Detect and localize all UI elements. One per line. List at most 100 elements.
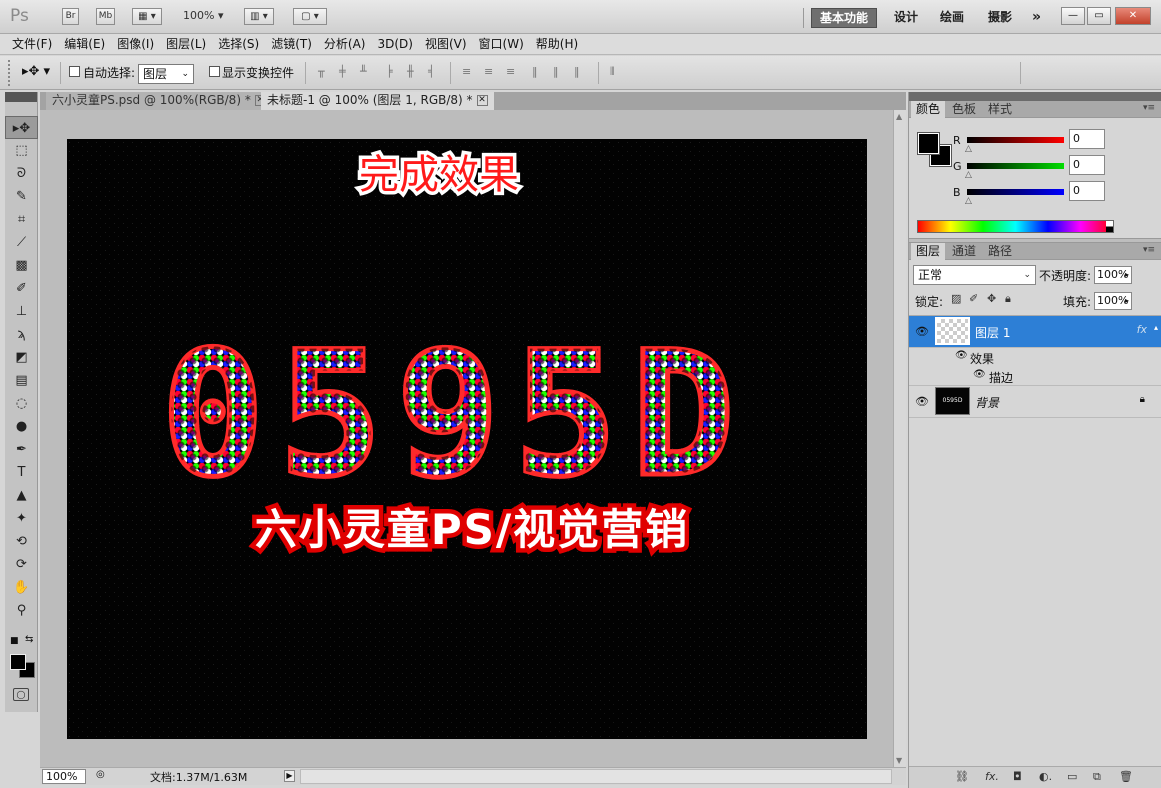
distribute-left-icon[interactable]: ‖ bbox=[532, 66, 546, 78]
crop-tool-icon[interactable]: ⌗ bbox=[5, 208, 38, 231]
auto-select-checkbox[interactable] bbox=[69, 66, 80, 77]
fill-input[interactable]: 100% ▸ bbox=[1094, 292, 1132, 310]
delete-layer-icon[interactable]: 🗑︎ bbox=[1119, 770, 1133, 783]
menu-3d[interactable]: 3D(D) bbox=[371, 34, 418, 54]
view-extras-button[interactable]: ▦ ▾ bbox=[132, 8, 162, 25]
distribute-horizontal-center-icon[interactable]: ‖ bbox=[553, 66, 567, 78]
menu-help[interactable]: 帮助(H) bbox=[530, 34, 584, 54]
eyedropper-tool-icon[interactable]: ⟋ bbox=[5, 231, 38, 254]
menu-filter[interactable]: 滤镜(T) bbox=[265, 34, 318, 54]
lasso-tool-icon[interactable]: ᘐ bbox=[5, 162, 38, 185]
lock-transparent-icon[interactable]: ▨ bbox=[951, 292, 961, 305]
align-right-icon[interactable]: ╡ bbox=[428, 66, 442, 78]
tab-color[interactable]: 颜色 bbox=[911, 101, 946, 118]
align-top-icon[interactable]: ╥ bbox=[318, 66, 332, 78]
screen-mode-button[interactable]: ▢ ▾ bbox=[293, 8, 327, 25]
blend-mode-select[interactable]: 正常 ⌄ bbox=[913, 265, 1036, 285]
tab-channels[interactable]: 通道 bbox=[947, 243, 981, 260]
blue-value-input[interactable]: 0 bbox=[1069, 181, 1105, 201]
dodge-tool-icon[interactable]: ● bbox=[5, 415, 38, 438]
workspace-design-button[interactable]: 设计 bbox=[886, 8, 926, 28]
add-mask-icon[interactable]: ◘ bbox=[1013, 770, 1022, 783]
vertical-scrollbar[interactable]: ▲ ▼ bbox=[893, 110, 906, 767]
layer-fx-icon[interactable]: fx bbox=[1137, 323, 1147, 336]
more-workspaces-button[interactable]: » bbox=[1024, 8, 1049, 28]
visibility-eye-icon[interactable]: 👁︎ bbox=[915, 325, 929, 338]
black-white-ramp[interactable] bbox=[1106, 221, 1113, 232]
lock-position-icon[interactable]: ✥ bbox=[987, 292, 996, 305]
foreground-color-swatch[interactable] bbox=[10, 654, 26, 670]
distribute-bottom-icon[interactable]: ≡ bbox=[506, 66, 520, 78]
effects-eye-icon[interactable]: 👁︎ bbox=[955, 350, 968, 361]
quick-selection-tool-icon[interactable]: ✎ bbox=[5, 185, 38, 208]
align-bottom-icon[interactable]: ╨ bbox=[360, 66, 374, 78]
workspace-photography-button[interactable]: 摄影 bbox=[980, 8, 1020, 28]
blue-slider-handle[interactable]: △ bbox=[965, 196, 972, 206]
menu-view[interactable]: 视图(V) bbox=[419, 34, 473, 54]
arrange-documents-button[interactable]: ▥ ▾ bbox=[244, 8, 274, 25]
history-brush-tool-icon[interactable]: ϡ bbox=[5, 323, 38, 346]
foreground-color-swatch[interactable] bbox=[917, 132, 940, 155]
layer-row-background[interactable]: 👁︎ 0595D 背景 🔒︎ bbox=[909, 386, 1161, 418]
blue-slider[interactable] bbox=[967, 189, 1064, 195]
layer-effects-row[interactable]: 👁︎ 效果 bbox=[909, 348, 1161, 367]
green-value-input[interactable]: 0 bbox=[1069, 155, 1105, 175]
type-tool-icon[interactable]: T bbox=[5, 461, 38, 484]
opacity-input[interactable]: 100% ▸ bbox=[1094, 266, 1132, 284]
gradient-tool-icon[interactable]: ▤ bbox=[5, 369, 38, 392]
menu-select[interactable]: 选择(S) bbox=[212, 34, 265, 54]
layer-row-layer1[interactable]: 👁︎ 图层 1 fx ▴ bbox=[909, 316, 1161, 348]
quick-mask-button[interactable]: ◯ bbox=[13, 688, 29, 701]
3d-orbit-tool-icon[interactable]: ⟳ bbox=[5, 553, 38, 576]
zoom-field[interactable]: 100% bbox=[42, 769, 86, 784]
bridge-button[interactable]: Br bbox=[62, 8, 79, 25]
default-colors-icon[interactable]: ■ bbox=[10, 636, 19, 646]
expand-effects-icon[interactable]: ▴ bbox=[1154, 323, 1158, 332]
close-tab-icon[interactable]: ✕ bbox=[476, 95, 488, 106]
path-selection-tool-icon[interactable]: ▲ bbox=[5, 484, 38, 507]
3d-rotate-tool-icon[interactable]: ⟲ bbox=[5, 530, 38, 553]
menu-file[interactable]: 文件(F) bbox=[0, 34, 58, 54]
red-value-input[interactable]: 0 bbox=[1069, 129, 1105, 149]
red-slider-handle[interactable]: △ bbox=[965, 144, 972, 154]
status-menu-button[interactable]: ▶ bbox=[284, 770, 295, 782]
menu-edit[interactable]: 编辑(E) bbox=[58, 34, 111, 54]
menu-layer[interactable]: 图层(L) bbox=[160, 34, 212, 54]
distribute-right-icon[interactable]: ‖ bbox=[574, 66, 588, 78]
zoom-level-select[interactable]: 100% ▾ bbox=[183, 9, 223, 22]
green-slider-handle[interactable]: △ bbox=[965, 170, 972, 180]
hand-tool-icon[interactable]: ✋ bbox=[5, 576, 38, 599]
lock-all-icon[interactable]: 🔒︎ bbox=[1005, 292, 1011, 306]
scroll-up-icon[interactable]: ▲ bbox=[896, 112, 902, 121]
distribute-vertical-center-icon[interactable]: ≡ bbox=[484, 66, 498, 78]
stroke-effect-row[interactable]: 👁︎ 描边 bbox=[909, 367, 1161, 386]
tab-paths[interactable]: 路径 bbox=[983, 243, 1017, 260]
minimize-button[interactable]: — bbox=[1061, 7, 1085, 25]
new-layer-icon[interactable]: ⧉ bbox=[1093, 770, 1101, 784]
align-left-icon[interactable]: ╞ bbox=[386, 66, 400, 78]
close-window-button[interactable]: ✕ bbox=[1115, 7, 1151, 25]
align-vertical-center-icon[interactable]: ╪ bbox=[339, 66, 353, 78]
tab-document-2[interactable]: 未标题-1 @ 100% (图层 1, RGB/8) * ✕ bbox=[261, 92, 494, 110]
auto-select-target-select[interactable]: 图层 ⌄ bbox=[138, 64, 194, 84]
blur-tool-icon[interactable]: ◌ bbox=[5, 392, 38, 415]
distribute-top-icon[interactable]: ≡ bbox=[462, 66, 476, 78]
visibility-eye-icon[interactable]: 👁︎ bbox=[915, 395, 929, 408]
adjustment-layer-icon[interactable]: ◐. bbox=[1039, 770, 1052, 783]
menu-window[interactable]: 窗口(W) bbox=[473, 34, 530, 54]
marquee-tool-icon[interactable]: ⬚ bbox=[5, 139, 38, 162]
workspace-essentials-button[interactable]: 基本功能 bbox=[811, 8, 878, 28]
document-canvas[interactable]: 完成效果 0595D 0595D 六小灵童PS/视觉营销 bbox=[67, 139, 867, 739]
horizontal-scrollbar[interactable] bbox=[300, 769, 892, 784]
stroke-eye-icon[interactable]: 👁︎ bbox=[973, 369, 986, 380]
move-tool-icon[interactable]: ▸✥ bbox=[5, 116, 38, 139]
green-slider[interactable] bbox=[967, 163, 1064, 169]
panel-menu-icon[interactable]: ▾≡ bbox=[1143, 103, 1155, 113]
show-transform-controls-checkbox[interactable] bbox=[209, 66, 220, 77]
tools-panel-grip[interactable] bbox=[5, 92, 37, 102]
link-layers-icon[interactable]: ⛓ bbox=[955, 770, 969, 783]
layer-name[interactable]: 图层 1 bbox=[975, 324, 1010, 341]
pen-tool-icon[interactable]: ✒ bbox=[5, 438, 38, 461]
mini-bridge-button[interactable]: Mb bbox=[96, 8, 115, 25]
workspace-painting-button[interactable]: 绘画 bbox=[932, 8, 972, 28]
